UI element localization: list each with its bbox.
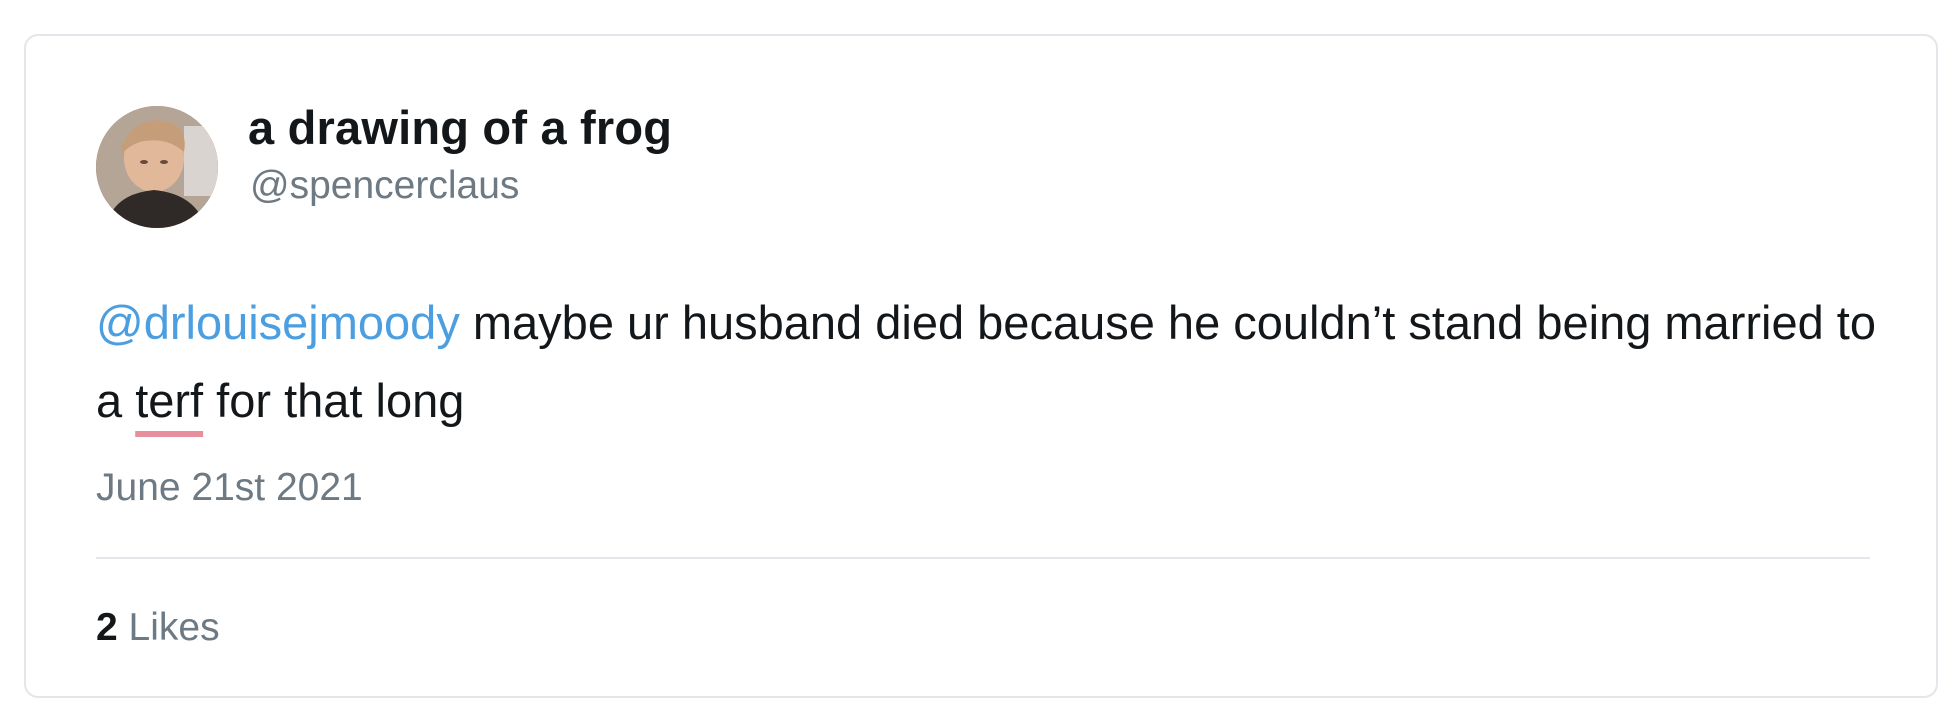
display-name[interactable]: a drawing of a frog bbox=[248, 100, 672, 155]
mention-link[interactable]: @drlouisejmoody bbox=[96, 296, 460, 349]
spellcheck-flagged-word: terf bbox=[135, 374, 204, 427]
user-avatar-icon bbox=[96, 106, 218, 228]
likes-count: 2 bbox=[96, 606, 118, 649]
avatar[interactable] bbox=[96, 106, 218, 228]
divider bbox=[96, 557, 1870, 559]
tweet-date: June 21st 2021 bbox=[96, 466, 363, 509]
tweet-text: @drlouisejmoody maybe ur husband died be… bbox=[96, 284, 1876, 440]
tweet-card: a drawing of a frog @spencerclaus @drlou… bbox=[24, 34, 1938, 698]
tweet-text-part: for that long bbox=[203, 374, 465, 427]
user-handle[interactable]: @spencerclaus bbox=[250, 164, 519, 208]
likes-stat[interactable]: 2 Likes bbox=[96, 606, 220, 650]
likes-label: Likes bbox=[128, 606, 220, 649]
